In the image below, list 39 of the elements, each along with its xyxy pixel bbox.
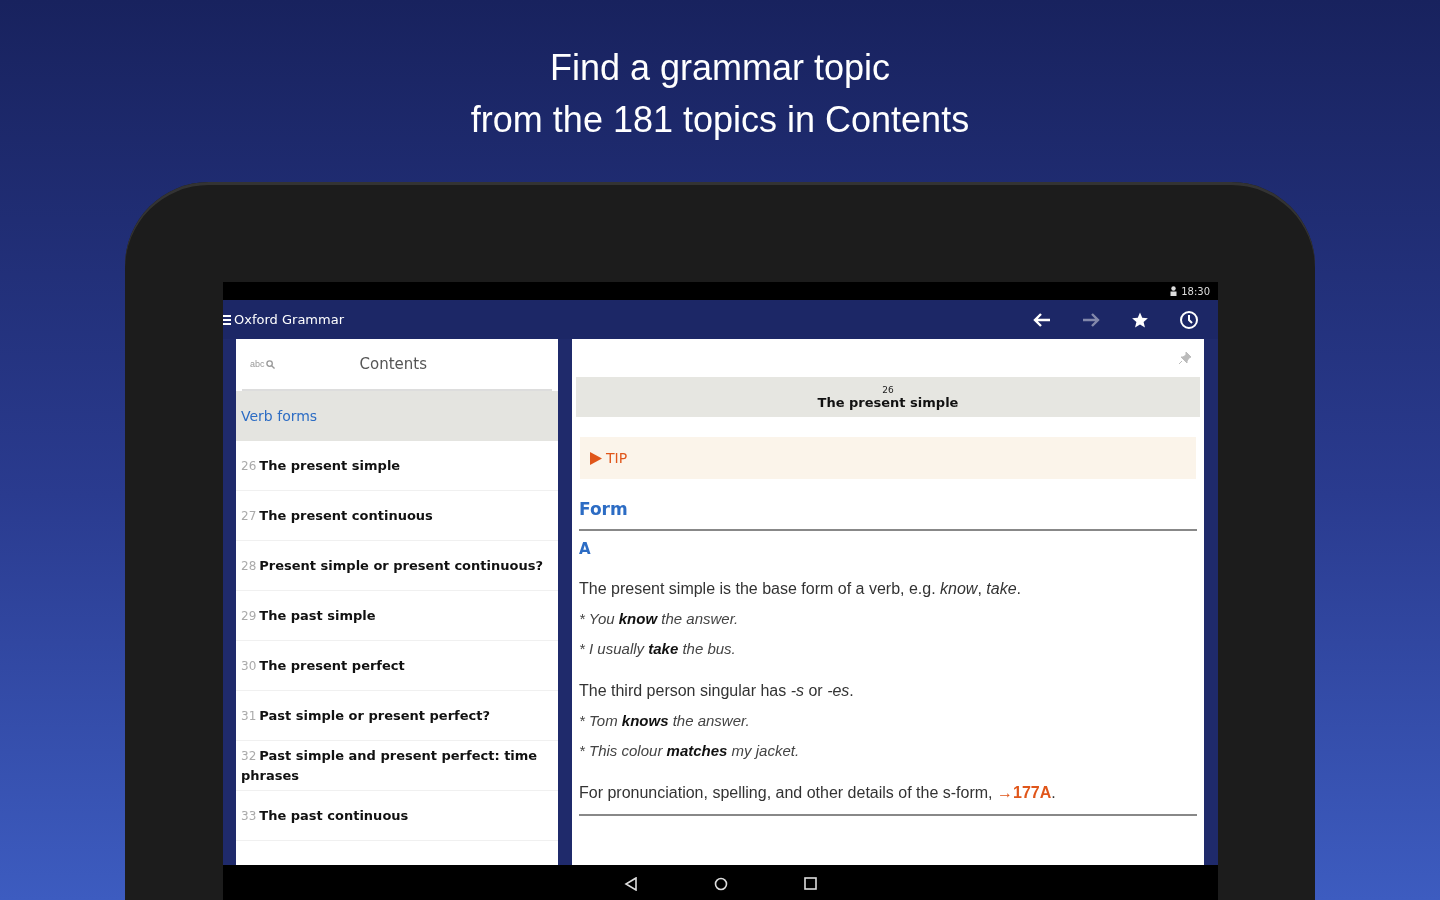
headline-text: from the 181 topics in Contents [470,98,970,142]
example-sentence: * This colour matches my jacket. [578,741,801,761]
back-triangle-icon [624,876,638,891]
reference-link[interactable]: →177A [997,784,1052,801]
topic-title: The present simple [817,394,959,410]
contents-title: Contents [358,355,428,373]
forward-arrow-icon [1082,312,1100,327]
recents-button[interactable] [804,877,817,890]
menu-icon[interactable] [223,313,231,326]
topic-item[interactable]: 30 The present perfect [236,641,558,691]
home-button[interactable] [714,876,728,891]
play-triangle-icon [590,451,602,465]
paragraph: The present simple is the base form of a verb, e.g. know, take. [578,579,1022,599]
topic-item[interactable]: 29 The past simple [236,591,558,641]
search-icon [265,359,275,369]
person-icon [1170,286,1178,296]
topic-item[interactable]: 33 The past continuous [236,791,558,841]
home-circle-icon [714,876,728,891]
headline-text: Find a grammar topic [549,46,891,90]
topic-item[interactable]: 26 The present simple [236,441,558,491]
paragraph: The third person singular has -s or -es. [578,681,855,701]
section-item[interactable]: Verb forms [236,391,558,441]
paragraph: For pronunciation, spelling, and other details of the s-form, →177A. [578,783,1057,803]
app-title: Oxford Grammar [234,312,345,327]
clock-icon [1179,309,1199,330]
topic-item[interactable]: 27 The present continuous [236,491,558,541]
example-sentence: * You know the answer. [578,609,740,629]
section-letter: A [578,539,592,558]
example-sentence: * Tom knows the answer. [578,711,751,731]
back-button[interactable] [624,876,638,891]
square-icon [804,877,817,890]
topic-item[interactable]: 32 Past simple and present perfect: time phrases [236,741,558,791]
back-arrow-icon [1033,312,1051,327]
topic-item[interactable]: 28 Present simple or present continuous? [236,541,558,591]
topic-number: 26 [882,384,894,395]
example-sentence: * I usually take the bus. [578,639,737,659]
status-time: 18:30 [1181,285,1210,297]
section-heading: Form [578,498,629,519]
topic-item[interactable]: 31 Past simple or present perfect? [236,691,558,741]
